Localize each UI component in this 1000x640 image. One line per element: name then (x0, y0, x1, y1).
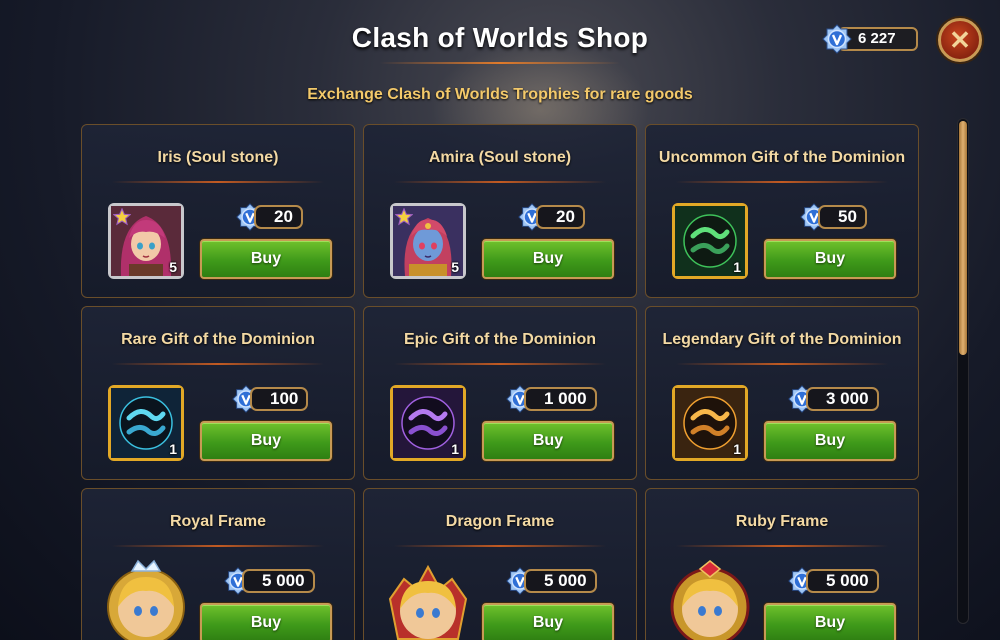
buy-button[interactable]: Buy (200, 421, 332, 461)
star-icon (395, 208, 413, 226)
trophy-balance: 6 227 (822, 24, 920, 54)
item-price: 100 (250, 387, 309, 411)
buy-button[interactable]: Buy (764, 421, 896, 461)
blue-orb-icon: 1 (108, 385, 184, 461)
card-divider (112, 363, 324, 365)
item-name: Royal Frame (169, 513, 267, 530)
shop-item-card: Legendary Gift of the Dominion 1 3 000 B… (645, 306, 919, 480)
buy-button[interactable]: Buy (482, 239, 614, 279)
item-name: Uncommon Gift of the Dominion (658, 149, 906, 166)
royal-frame-icon (102, 559, 190, 640)
item-quantity: 5 (169, 259, 177, 275)
iris-portrait-icon: 5 (108, 203, 184, 279)
card-divider (112, 181, 324, 183)
page-subtitle: Exchange Clash of Worlds Trophies for ra… (307, 86, 693, 103)
buy-button[interactable]: Buy (200, 603, 332, 640)
card-divider (676, 181, 888, 183)
title-divider (380, 62, 620, 64)
scrollbar[interactable] (957, 118, 969, 624)
item-quantity: 1 (451, 441, 459, 457)
item-quantity: 1 (733, 441, 741, 457)
buy-button[interactable]: Buy (482, 603, 614, 640)
orange-orb-icon: 1 (672, 385, 748, 461)
ruby-frame-icon (666, 559, 754, 640)
green-orb-icon: 1 (672, 203, 748, 279)
trophy-icon (822, 24, 852, 54)
card-divider (676, 363, 888, 365)
amira-portrait-icon: 5 (390, 203, 466, 279)
shop-item-card: Epic Gift of the Dominion 1 1 000 Buy (363, 306, 637, 480)
item-quantity: 1 (733, 259, 741, 275)
card-divider (394, 545, 606, 547)
item-price: 20 (254, 205, 303, 229)
item-quantity: 5 (451, 259, 459, 275)
card-divider (112, 545, 324, 547)
item-price: 50 (818, 205, 867, 229)
item-name: Iris (Soul stone) (157, 149, 279, 166)
item-name: Amira (Soul stone) (428, 149, 572, 166)
shop-grid: Iris (Soul stone) 5 20 Buy Amira (Soul s… (81, 124, 921, 640)
item-quantity: 1 (169, 441, 177, 457)
card-divider (394, 363, 606, 365)
item-price: 3 000 (806, 387, 879, 411)
item-name: Ruby Frame (735, 513, 829, 530)
shop-item-card: Uncommon Gift of the Dominion 1 50 Buy (645, 124, 919, 298)
item-price: 1 000 (524, 387, 597, 411)
item-name: Legendary Gift of the Dominion (662, 331, 902, 348)
shop-item-card: Amira (Soul stone) 5 20 Buy (363, 124, 637, 298)
scrollbar-thumb[interactable] (959, 121, 967, 355)
close-button[interactable]: ✕ (938, 18, 982, 62)
shop-item-card: Royal Frame 5 000 Buy (81, 488, 355, 640)
buy-button[interactable]: Buy (764, 239, 896, 279)
item-price: 5 000 (524, 569, 597, 593)
item-price: 20 (536, 205, 585, 229)
shop-item-card: Iris (Soul stone) 5 20 Buy (81, 124, 355, 298)
shop-item-card: Dragon Frame 5 000 Buy (363, 488, 637, 640)
card-divider (676, 545, 888, 547)
buy-button[interactable]: Buy (482, 421, 614, 461)
shop-item-card: Rare Gift of the Dominion 1 100 Buy (81, 306, 355, 480)
item-name: Dragon Frame (445, 513, 555, 530)
dragon-frame-icon (384, 559, 472, 640)
star-icon (113, 208, 131, 226)
card-divider (394, 181, 606, 183)
item-price: 5 000 (242, 569, 315, 593)
purple-orb-icon: 1 (390, 385, 466, 461)
item-price: 5 000 (806, 569, 879, 593)
close-icon: ✕ (949, 25, 971, 55)
shop-item-card: Ruby Frame 5 000 Buy (645, 488, 919, 640)
buy-button[interactable]: Buy (764, 603, 896, 640)
buy-button[interactable]: Buy (200, 239, 332, 279)
item-name: Epic Gift of the Dominion (404, 331, 596, 348)
item-name: Rare Gift of the Dominion (121, 331, 315, 348)
